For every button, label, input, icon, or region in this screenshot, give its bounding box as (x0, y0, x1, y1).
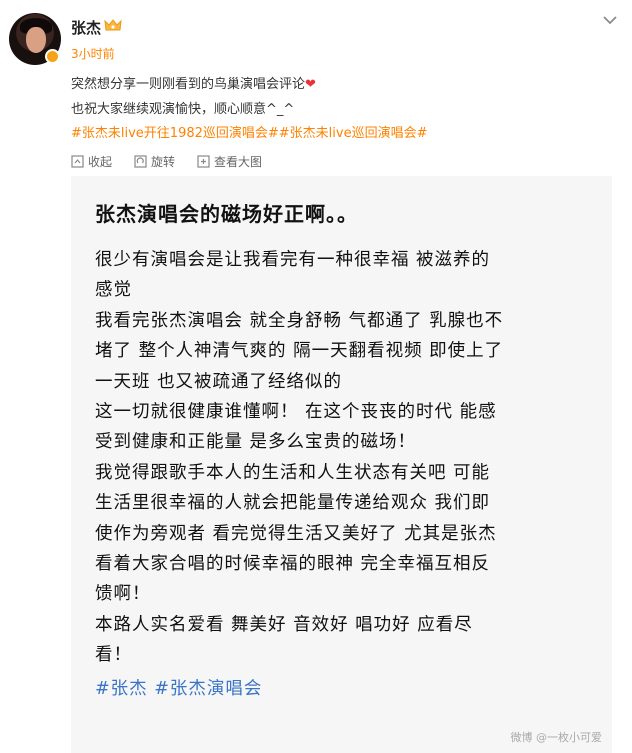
image-body-line: 我觉得跟歌手本人的生活和人生状态有关吧 可能 (95, 462, 491, 483)
image-body-line: 看着大家合唱的时候幸福的眼神 完全幸福互相反 (95, 554, 491, 575)
view-large-button[interactable]: 查看大图 (197, 153, 262, 170)
zoom-icon (197, 155, 210, 168)
rotate-label: 旋转 (151, 155, 176, 169)
image-body-line: 使作为旁观者 看完觉得生活又美好了 尤其是张杰 (95, 523, 497, 544)
post-time[interactable]: 3小时前 (71, 45, 115, 62)
image-body-line: 堵了 整个人神清气爽的 隔一天翻看视频 即使上了 (95, 341, 504, 362)
rotate-icon (134, 155, 147, 168)
image-body-line: 受到健康和正能量 是多么宝贵的磁场！ (95, 432, 417, 453)
crown-icon[interactable] (104, 18, 122, 33)
collapse-icon (71, 155, 84, 168)
collapse-button[interactable]: 收起 (71, 153, 112, 170)
post-hashtags[interactable]: #张杰未live开往1982巡回演唱会##张杰未live巡回演唱会# (71, 122, 428, 141)
image-body-line: 这一切就很健康谁懂啊！ 在这个丧丧的时代 能感 (95, 402, 497, 423)
weibo-post: 张杰 3小时前 突然想分享一则刚看到的鸟巢演唱会评论❤ 也祝大家继续观演愉快，顺… (0, 0, 632, 753)
image-body-line: 本路人实名爱看 舞美好 音效好 唱功好 应看尽 (95, 614, 473, 635)
chevron-down-icon[interactable] (602, 14, 618, 26)
image-body-line: 一天班 也又被疏通了经络似的 (95, 371, 343, 392)
collapse-label: 收起 (88, 155, 113, 169)
image-title: 张杰演唱会的磁场好正啊。。 (95, 202, 358, 226)
image-body: 很少有演唱会是让我看完有一种很幸福 被滋养的 感觉我看完张杰演唱会 就全身舒畅 气… (95, 245, 595, 671)
view-large-label: 查看大图 (214, 155, 263, 169)
image-body-line: 感觉 (95, 280, 132, 301)
image-watermark: 微博 @一枚小可爱 (510, 731, 603, 744)
image-actions: 收起 旋转 查看大图 (71, 153, 262, 170)
image-body-line: 生活里很幸福的人就会把能量传递给观众 我们即 (95, 493, 491, 514)
image-tags: #张杰 #张杰演唱会 (95, 678, 263, 699)
image-body-line: 我看完张杰演唱会 就全身舒畅 气都通了 乳腺也不 (95, 310, 504, 331)
heart-icon: ❤ (305, 77, 316, 92)
image-body-line: 很少有演唱会是让我看完有一种很幸福 被滋养的 (95, 250, 491, 270)
image-body-line: 馈啊！ (95, 584, 151, 605)
post-text-line: 也祝大家继续观演愉快，顺心顺意^_^ (71, 102, 295, 117)
post-image[interactable]: 张杰演唱会的磁场好正啊。。 很少有演唱会是让我看完有一种很幸福 被滋养的 感觉我看… (71, 176, 612, 753)
post-text: 突然想分享一则刚看到的鸟巢演唱会评论 (71, 77, 306, 92)
username[interactable]: 张杰 (71, 17, 101, 38)
image-body-line: 看！ (95, 645, 132, 666)
verified-badge-icon (45, 49, 60, 64)
post-text-line: 突然想分享一则刚看到的鸟巢演唱会评论❤ (71, 73, 316, 92)
image-text: 张杰演唱会的磁场好正啊。。 很少有演唱会是让我看完有一种很幸福 被滋养的 感觉我看… (95, 198, 595, 700)
rotate-button[interactable]: 旋转 (134, 153, 175, 170)
